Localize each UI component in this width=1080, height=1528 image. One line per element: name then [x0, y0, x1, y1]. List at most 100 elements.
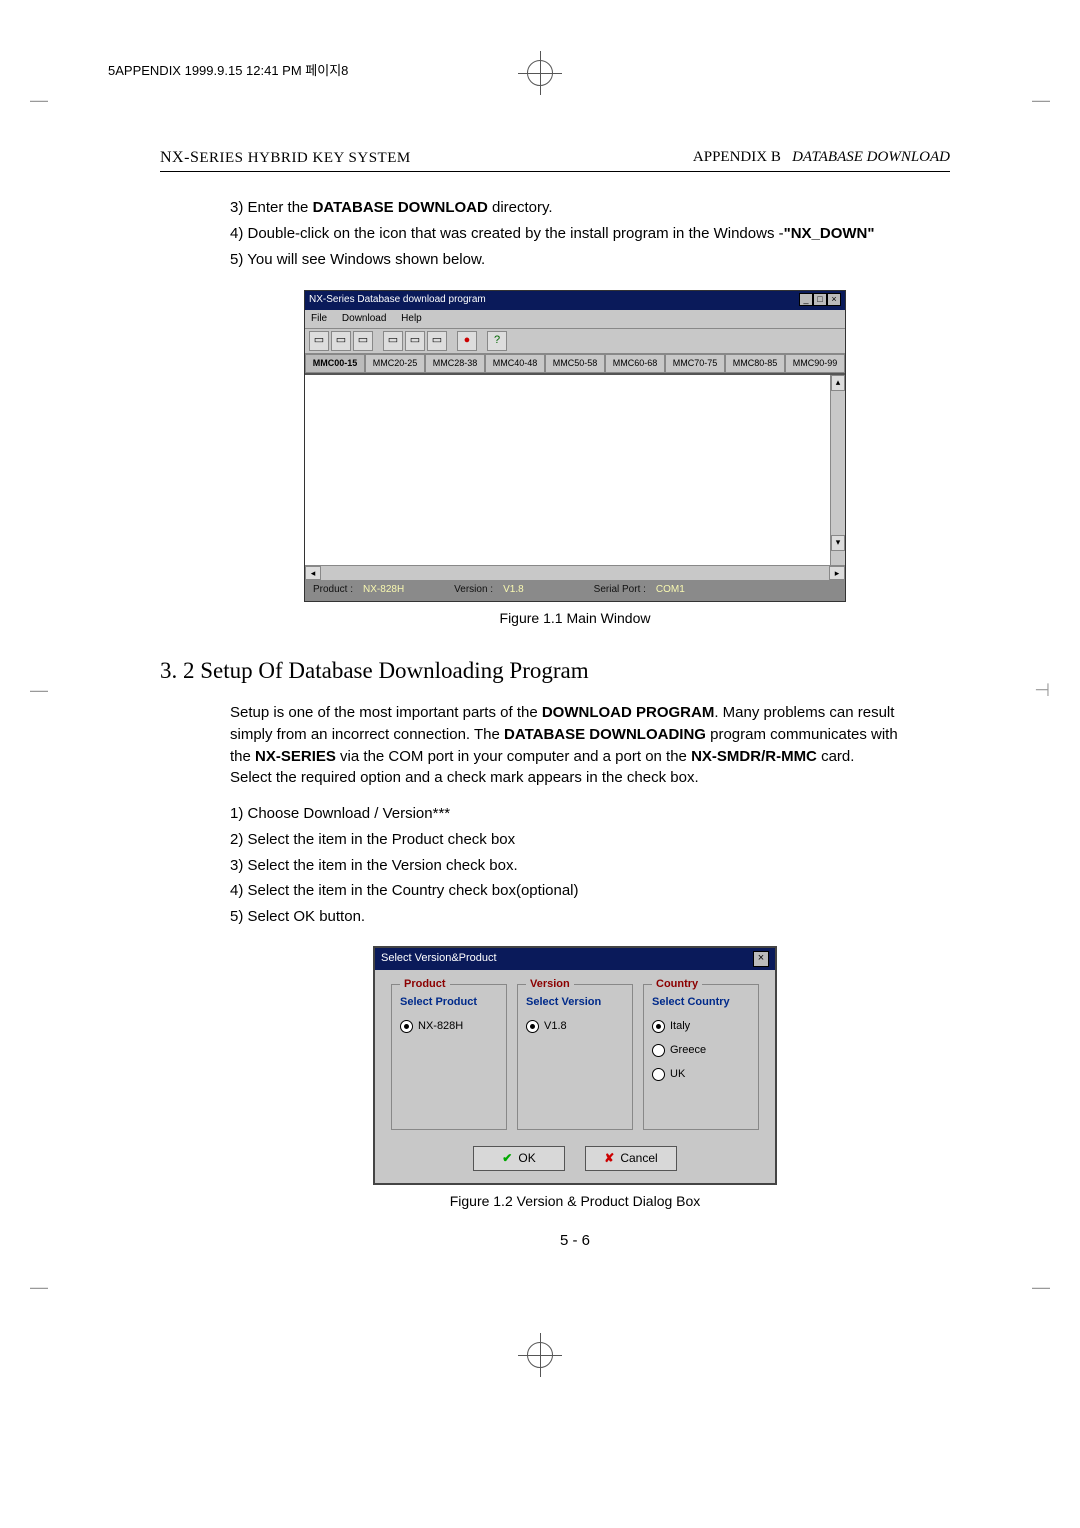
product-option[interactable]: NX-828H: [400, 1019, 498, 1035]
setup-step-5: 5) Select OK button.: [230, 906, 920, 928]
section-heading: 3. 2 Setup Of Database Downloading Progr…: [160, 658, 980, 684]
step-post: directory.: [488, 199, 553, 216]
page-number: 5 - 6: [230, 1230, 920, 1252]
toolbar-btn-2[interactable]: ▭: [331, 331, 351, 351]
country-option-italy[interactable]: Italy: [652, 1019, 750, 1035]
vertical-scrollbar[interactable]: ▴ ▾: [830, 375, 845, 565]
scroll-track[interactable]: [321, 566, 829, 580]
close-icon[interactable]: ×: [827, 293, 841, 306]
para-text: card.: [817, 748, 855, 765]
version-legend: Version: [526, 977, 574, 993]
para-text: via the COM port in your computer and a …: [336, 748, 691, 765]
product-legend: Product: [400, 977, 450, 993]
radio-icon[interactable]: [400, 1020, 413, 1033]
crop-mark: —: [1032, 90, 1050, 111]
country-sub: Select Country: [652, 995, 750, 1011]
maximize-icon[interactable]: □: [813, 293, 827, 306]
ok-button[interactable]: ✔ OK: [473, 1146, 565, 1171]
cancel-button[interactable]: ✘ Cancel: [585, 1146, 677, 1171]
tab-bar: MMC00-15 MMC20-25 MMC28-38 MMC40-48 MMC5…: [305, 354, 845, 374]
step-text: Enter the: [243, 199, 312, 216]
tab-mmc50-58[interactable]: MMC50-58: [545, 354, 605, 373]
step-num: 5): [230, 251, 243, 268]
head-series: ERIES: [199, 150, 243, 166]
window-titlebar: NX-Series Database download program _□×: [305, 291, 845, 310]
country-group: Country Select Country Italy Greece UK: [643, 984, 759, 1130]
radio-icon[interactable]: [652, 1020, 665, 1033]
scroll-left-icon[interactable]: ◂: [305, 566, 321, 580]
product-sub: Select Product: [400, 995, 498, 1011]
country-legend: Country: [652, 977, 702, 993]
tab-mmc80-85[interactable]: MMC80-85: [725, 354, 785, 373]
tab-mmc40-48[interactable]: MMC40-48: [485, 354, 545, 373]
help-icon[interactable]: ?: [487, 331, 507, 351]
setup-step-3: 3) Select the item in the Version check …: [230, 855, 920, 877]
step-text: Double-click on the icon that was create…: [243, 225, 783, 242]
running-head-right: APPENDIX B DATABASE DOWNLOAD: [693, 149, 950, 167]
tab-mmc60-68[interactable]: MMC60-68: [605, 354, 665, 373]
main-window: NX-Series Database download program _□× …: [304, 290, 846, 602]
content-block: 3) Enter the DATABASE DOWNLOAD directory…: [230, 197, 920, 628]
ok-label: OK: [518, 1150, 535, 1167]
horizontal-scrollbar[interactable]: ◂ ▸: [305, 565, 845, 580]
figure-1-caption: Figure 1.1 Main Window: [230, 608, 920, 628]
status-bar: Product : NX-828H Version : V1.8 Serial …: [305, 580, 845, 601]
para-text: Setup is one of the most important parts…: [230, 704, 542, 721]
tab-mmc70-75[interactable]: MMC70-75: [665, 354, 725, 373]
radio-label: V1.8: [544, 1019, 567, 1035]
para-bold: NX-SERIES: [255, 748, 336, 765]
tab-mmc28-38[interactable]: MMC28-38: [425, 354, 485, 373]
radio-icon[interactable]: [652, 1044, 665, 1057]
setup-step-4: 4) Select the item in the Country check …: [230, 880, 920, 902]
crop-mark: ⊣: [1034, 680, 1050, 701]
tab-mmc90-99[interactable]: MMC90-99: [785, 354, 845, 373]
step-4: 4) Double-click on the icon that was cre…: [230, 223, 920, 245]
stop-icon[interactable]: ●: [457, 331, 477, 351]
toolbar-btn-1[interactable]: ▭: [309, 331, 329, 351]
menu-help[interactable]: Help: [401, 313, 422, 324]
window-control-buttons: _□×: [799, 293, 841, 308]
para-bold: NX-SMDR/R-MMC: [691, 748, 817, 765]
toolbar: ▭ ▭ ▭ ▭ ▭ ▭ ● ?: [305, 329, 845, 354]
figure-2-caption: Figure 1.2 Version & Product Dialog Box: [230, 1191, 920, 1211]
crop-mark: —: [1032, 1277, 1050, 1298]
para-bold: DATABASE DOWNLOADING: [504, 726, 706, 743]
toolbar-btn-5[interactable]: ▭: [405, 331, 425, 351]
toolbar-btn-6[interactable]: ▭: [427, 331, 447, 351]
step-3: 3) Enter the DATABASE DOWNLOAD directory…: [230, 197, 920, 219]
scroll-down-icon[interactable]: ▾: [831, 535, 845, 551]
version-sub: Select Version: [526, 995, 624, 1011]
tab-mmc20-25[interactable]: MMC20-25: [365, 354, 425, 373]
setup-content: Setup is one of the most important parts…: [230, 702, 920, 1251]
head-section: DATABASE DOWNLOAD: [792, 149, 950, 165]
minimize-icon[interactable]: _: [799, 293, 813, 306]
cancel-label: Cancel: [620, 1150, 657, 1167]
close-icon[interactable]: ×: [753, 951, 769, 967]
radio-icon[interactable]: [526, 1020, 539, 1033]
setup-step-1: 1) Choose Download / Version***: [230, 803, 920, 825]
scroll-up-icon[interactable]: ▴: [831, 375, 845, 391]
step-text: You will see Windows shown below.: [243, 251, 485, 268]
register-mark-bottom: [527, 1342, 553, 1368]
status-version-value: V1.8: [503, 583, 524, 598]
country-option-uk[interactable]: UK: [652, 1067, 750, 1083]
tab-mmc00-15[interactable]: MMC00-15: [305, 354, 365, 373]
radio-icon[interactable]: [652, 1068, 665, 1081]
running-head: NX-SERIES HYBRID KEY SYSTEM APPENDIX B D…: [160, 149, 950, 172]
version-option[interactable]: V1.8: [526, 1019, 624, 1035]
setup-paragraph: Setup is one of the most important parts…: [230, 702, 920, 767]
head-tail: HYBRID KEY SYSTEM: [244, 150, 411, 166]
menu-file[interactable]: File: [311, 313, 327, 324]
version-group: Version Select Version V1.8: [517, 984, 633, 1130]
setup-paragraph-2: Select the required option and a check m…: [230, 767, 920, 789]
country-option-greece[interactable]: Greece: [652, 1043, 750, 1059]
menu-download[interactable]: Download: [342, 313, 386, 324]
head-appendix: APPENDIX B: [693, 149, 781, 165]
scroll-right-icon[interactable]: ▸: [829, 566, 845, 580]
toolbar-btn-4[interactable]: ▭: [383, 331, 403, 351]
dialog-body: Product Select Product NX-828H Version S…: [375, 970, 775, 1138]
register-mark-top: [527, 60, 553, 86]
radio-label: UK: [670, 1067, 685, 1083]
check-icon: ✔: [502, 1150, 512, 1167]
toolbar-btn-3[interactable]: ▭: [353, 331, 373, 351]
